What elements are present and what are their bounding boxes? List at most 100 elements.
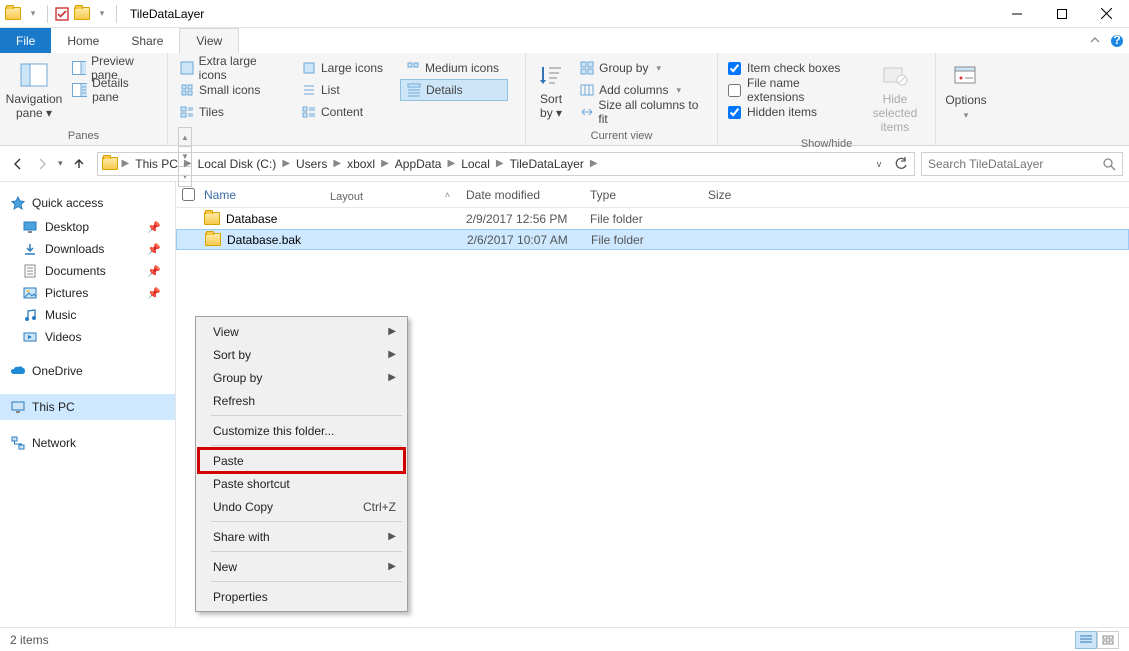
back-button[interactable] [10, 156, 26, 172]
sidebar-item-documents[interactable]: Documents📌 [0, 260, 175, 282]
breadcrumb-item[interactable]: Local [457, 157, 494, 171]
file-row[interactable]: Database.bak 2/6/2017 10:07 AM File fold… [176, 229, 1129, 250]
context-share-with[interactable]: Share with▶ [199, 525, 404, 548]
chevron-right-icon[interactable]: ▶ [445, 158, 457, 169]
breadcrumb-item[interactable]: This PC [131, 157, 182, 171]
tab-home[interactable]: Home [51, 28, 115, 53]
context-view[interactable]: View▶ [199, 320, 404, 343]
sidebar-item-pictures[interactable]: Pictures📌 [0, 282, 175, 304]
breadcrumb-item[interactable]: Users [292, 157, 331, 171]
ribbon-group-panes-label: Panes [0, 130, 167, 145]
view-details-button[interactable] [1075, 631, 1097, 649]
sidebar-this-pc[interactable]: This PC [0, 394, 175, 420]
file-name-extensions-toggle[interactable]: File name extensions [724, 79, 857, 101]
context-refresh[interactable]: Refresh [199, 389, 404, 412]
search-input[interactable] [928, 157, 1102, 171]
group-by-button[interactable]: Group by▾ [574, 57, 711, 79]
details-pane-button[interactable]: Details pane [66, 79, 161, 101]
hidden-items-toggle[interactable]: Hidden items [724, 101, 857, 123]
up-button[interactable] [71, 156, 87, 172]
address-bar[interactable]: ▶ This PC▶ Local Disk (C:)▶ Users▶ xboxl… [97, 152, 915, 176]
sidebar-network[interactable]: Network [0, 430, 175, 456]
onedrive-icon [10, 363, 26, 379]
ribbon-collapse-icon[interactable] [1085, 28, 1105, 53]
forward-button[interactable] [34, 156, 50, 172]
sidebar-item-downloads[interactable]: Downloads📌 [0, 238, 175, 260]
layout-extra-large-icons[interactable]: Extra large icons [174, 57, 292, 79]
layout-list[interactable]: List [296, 79, 396, 101]
minimize-button[interactable] [994, 0, 1039, 28]
sidebar-item-desktop[interactable]: Desktop📌 [0, 216, 175, 238]
nav-pane-label: Navigationpane ▾ [6, 93, 63, 121]
breadcrumb-item[interactable]: AppData [391, 157, 446, 171]
file-name: Database.bak [227, 233, 301, 247]
maximize-button[interactable] [1039, 0, 1084, 28]
shortcut-label: Ctrl+Z [363, 500, 396, 514]
close-button[interactable] [1084, 0, 1129, 28]
layout-medium-icons[interactable]: Medium icons [400, 57, 508, 79]
pin-icon: 📌 [147, 287, 161, 300]
chevron-right-icon[interactable]: ▶ [379, 158, 391, 169]
sidebar-item-videos[interactable]: Videos [0, 326, 175, 348]
file-row[interactable]: Database 2/9/2017 12:56 PM File folder [176, 208, 1129, 229]
chevron-right-icon: ▶ [388, 531, 396, 542]
sidebar-quick-access[interactable]: Quick access [0, 190, 175, 216]
chevron-right-icon[interactable]: ▶ [588, 158, 600, 169]
layout-details[interactable]: Details [400, 79, 508, 101]
column-size[interactable]: Size [700, 182, 780, 207]
ribbon: Navigationpane ▾ Preview pane Details pa… [0, 53, 1129, 146]
help-icon[interactable]: ? [1105, 28, 1129, 53]
search-box[interactable] [921, 152, 1123, 176]
chevron-right-icon[interactable]: ▶ [494, 158, 506, 169]
sort-indicator-icon: ˄ [445, 190, 450, 200]
recent-locations-button[interactable]: ▾ [58, 158, 63, 169]
address-dropdown-button[interactable]: v [868, 153, 890, 175]
view-large-icons-button[interactable] [1097, 631, 1119, 649]
context-properties[interactable]: Properties [199, 585, 404, 608]
folder-icon [204, 212, 220, 225]
tab-view[interactable]: View [179, 28, 239, 53]
item-count: 2 items [10, 633, 49, 647]
chevron-right-icon[interactable]: ▶ [182, 158, 194, 169]
breadcrumb-item[interactable]: Local Disk (C:) [194, 157, 281, 171]
layout-tiles[interactable]: Tiles [174, 101, 292, 123]
qat-customize-icon[interactable]: ▾ [93, 5, 111, 23]
layout-small-icons[interactable]: Small icons [174, 79, 292, 101]
tab-file[interactable]: File [0, 28, 51, 53]
size-all-columns-button[interactable]: Size all columns to fit [574, 101, 711, 123]
navigation-pane-button[interactable]: Navigationpane ▾ [6, 57, 62, 121]
breadcrumb-item[interactable]: xboxl [343, 157, 379, 171]
context-paste[interactable]: Paste [199, 449, 404, 472]
chevron-right-icon[interactable]: ▶ [280, 158, 292, 169]
navigation-tree: Quick access Desktop📌 Downloads📌 Documen… [0, 182, 176, 627]
layout-content[interactable]: Content [296, 101, 396, 123]
options-button[interactable]: Options▾ [942, 57, 990, 121]
select-all-checkbox[interactable] [182, 188, 195, 201]
separator [47, 5, 48, 23]
chevron-right-icon[interactable]: ▶ [331, 158, 343, 169]
context-undo-copy[interactable]: Undo CopyCtrl+Z [199, 495, 404, 518]
sidebar-onedrive[interactable]: OneDrive [0, 358, 175, 384]
layout-large-icons[interactable]: Large icons [296, 57, 396, 79]
hide-selected-items-button[interactable]: Hide selecteditems [861, 57, 929, 134]
sidebar-item-music[interactable]: Music [0, 304, 175, 326]
search-icon[interactable] [1102, 157, 1116, 171]
context-sort-by[interactable]: Sort by▶ [199, 343, 404, 366]
column-type[interactable]: Type [582, 182, 700, 207]
chevron-right-icon[interactable]: ▶ [120, 158, 132, 169]
new-folder-qat-icon[interactable] [73, 5, 91, 23]
context-paste-shortcut[interactable]: Paste shortcut [199, 472, 404, 495]
properties-qat-icon[interactable] [53, 5, 71, 23]
context-group-by[interactable]: Group by▶ [199, 366, 404, 389]
column-date[interactable]: Date modified [458, 182, 582, 207]
layout-scroll-up[interactable]: ▲ [178, 127, 192, 147]
music-icon [22, 307, 38, 323]
tab-share[interactable]: Share [115, 28, 179, 53]
column-name[interactable]: Name˄ [200, 182, 458, 207]
context-new[interactable]: New▶ [199, 555, 404, 578]
qat-dropdown-icon[interactable]: ▾ [24, 5, 42, 23]
context-customize-folder[interactable]: Customize this folder... [199, 419, 404, 442]
sort-by-button[interactable]: Sortby ▾ [532, 57, 570, 121]
breadcrumb-item[interactable]: TileDataLayer [506, 157, 588, 171]
refresh-button[interactable] [890, 153, 912, 175]
